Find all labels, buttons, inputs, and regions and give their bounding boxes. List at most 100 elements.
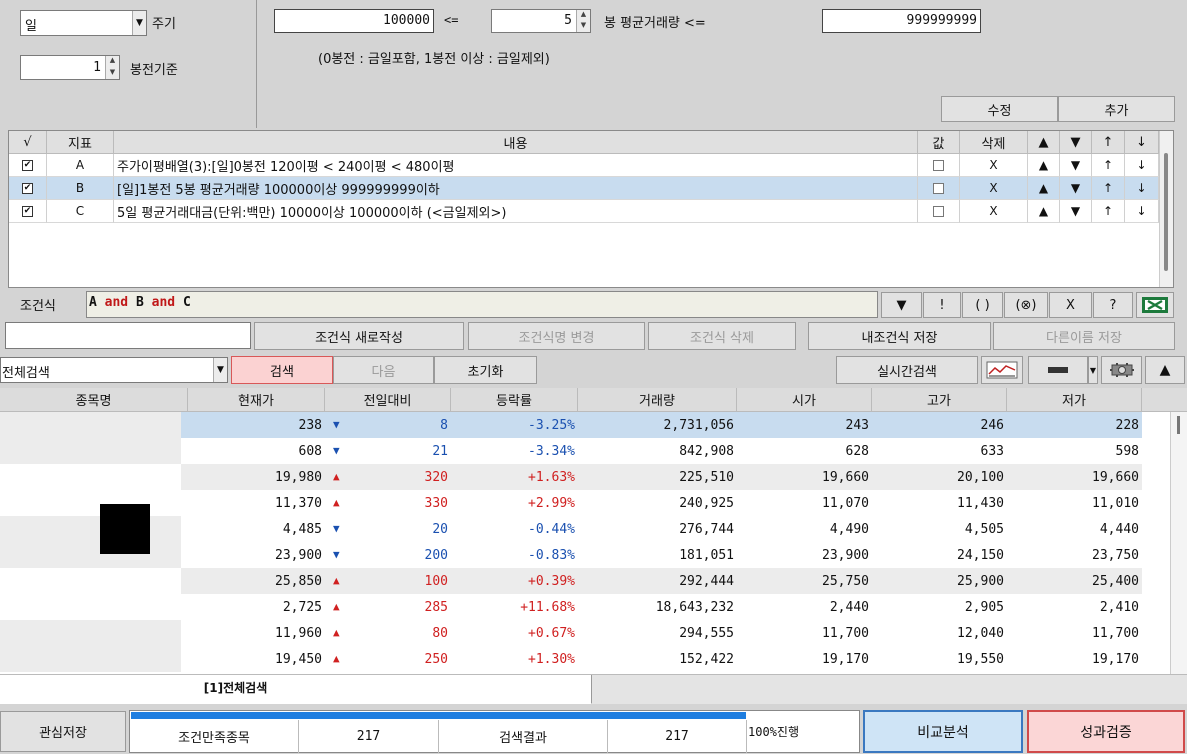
value-checkbox[interactable] — [933, 182, 944, 194]
stepper-arrows-icon[interactable]: ▲ ▼ — [105, 56, 119, 79]
delete-condition-button[interactable]: X — [960, 154, 1028, 177]
volume-column-header[interactable]: 거래량 — [578, 388, 737, 412]
formula-input[interactable]: A and B and C — [86, 291, 878, 318]
add-button[interactable]: 추가 — [1058, 96, 1175, 122]
low-column-header[interactable]: 저가 — [1007, 388, 1142, 412]
stock-name-cell[interactable] — [0, 438, 181, 464]
chevron-down-icon[interactable]: ▼ — [213, 358, 227, 382]
min-volume-input[interactable]: 100000 — [274, 9, 434, 33]
result-row[interactable]: 11,370 ▲ 330 +2.99% 240,925 11,070 11,430 11,01… — [181, 490, 1142, 516]
delete-condition-button[interactable]: X — [960, 200, 1028, 223]
result-row[interactable]: 2,725 ▲ 285 +11.68% 18,643,232 2,440 2,905 2,41… — [181, 594, 1142, 620]
excel-export-button[interactable] — [1136, 292, 1174, 318]
stock-name-cell[interactable] — [0, 568, 181, 594]
modify-button[interactable]: 수정 — [941, 96, 1058, 122]
reset-button[interactable]: 초기화 — [434, 356, 537, 384]
realtime-search-button[interactable]: 실시간검색 — [836, 356, 978, 384]
stock-name-cell[interactable] — [0, 490, 181, 516]
stock-name-cell[interactable] — [0, 646, 181, 672]
chevron-down-icon[interactable]: ▼ — [132, 11, 146, 35]
base-offset-stepper[interactable]: 1 ▲ ▼ — [20, 55, 120, 80]
scrollbar-thumb[interactable] — [1177, 416, 1180, 434]
delete-formula-button[interactable]: 조건식 삭제 — [648, 322, 796, 350]
formula-dropdown-button[interactable]: ▼ — [881, 292, 922, 318]
price-column-header[interactable]: 현재가 — [188, 388, 325, 412]
value-checkbox[interactable] — [933, 159, 944, 171]
move-down-icon[interactable]: ↓ — [1125, 200, 1159, 223]
save-interest-button[interactable]: 관심저장 — [0, 711, 126, 752]
high-column-header[interactable]: 고가 — [872, 388, 1007, 412]
delete-condition-button[interactable]: X — [960, 177, 1028, 200]
exclude-operator-button[interactable]: (⊗) — [1004, 292, 1048, 318]
delete-token-button[interactable]: X — [1049, 292, 1092, 318]
tab-all-search[interactable]: [1]전체검색 — [0, 675, 592, 704]
next-button[interactable]: 다음 — [333, 356, 434, 384]
rename-formula-button[interactable]: 조건식명 변경 — [468, 322, 645, 350]
condition-row[interactable]: ✔ A 주가이평배열(3):[일]0봉전 120이평 < 240이평 < 480이평… — [9, 154, 1159, 177]
move-top-header: ▲ — [1028, 131, 1060, 154]
save-as-button[interactable]: 다른이름 저장 — [993, 322, 1175, 350]
rate-column-header[interactable]: 등락률 — [451, 388, 578, 412]
candle-count-stepper[interactable]: 5 ▲ ▼ — [491, 9, 591, 33]
parentheses-button[interactable]: ( ) — [962, 292, 1003, 318]
move-top-icon[interactable]: ▲ — [1028, 177, 1060, 200]
period-select[interactable]: 일 ▼ — [20, 10, 147, 36]
stepper-arrows-icon[interactable]: ▲ ▼ — [576, 10, 590, 32]
value-checkbox[interactable] — [933, 205, 944, 217]
condition-row[interactable]: ✔ B [일]1봉전 5봉 평균거래량 100000이상 999999999이하 X ▲… — [9, 177, 1159, 200]
performance-verify-button[interactable]: 성과검증 — [1027, 710, 1185, 753]
help-button[interactable]: ? — [1093, 292, 1133, 318]
move-top-icon[interactable]: ▲ — [1028, 154, 1060, 177]
condition-scrollbar[interactable] — [1159, 131, 1173, 287]
move-bottom-icon[interactable]: ▼ — [1060, 154, 1092, 177]
move-up-icon[interactable]: ↑ — [1092, 154, 1125, 177]
use-checkbox[interactable]: ✔ — [22, 159, 33, 171]
result-row[interactable]: 608 ▼ 21 -3.34% 842,908 628 633 598 — [181, 438, 1142, 464]
collapse-button[interactable]: ▲ — [1145, 356, 1185, 384]
column-width-button[interactable] — [1028, 356, 1088, 384]
stock-name-cell[interactable] — [0, 620, 181, 646]
scrollbar-thumb[interactable] — [1164, 153, 1168, 271]
move-up-icon[interactable]: ↑ — [1092, 177, 1125, 200]
name-column-header[interactable]: 종목명 — [0, 388, 188, 412]
move-bottom-icon[interactable]: ▼ — [1060, 200, 1092, 223]
search-scope-select[interactable]: 전체검색 ▼ — [0, 357, 228, 383]
result-row[interactable]: 11,960 ▲ 80 +0.67% 294,555 11,700 12,040 11,700 — [181, 620, 1142, 646]
max-volume-input[interactable]: 999999999 — [822, 9, 981, 33]
use-checkbox[interactable]: ✔ — [22, 205, 33, 217]
result-row[interactable]: 25,850 ▲ 100 +0.39% 292,444 25,750 25,900 25,40… — [181, 568, 1142, 594]
not-operator-button[interactable]: ! — [923, 292, 961, 318]
chart-button[interactable] — [981, 356, 1023, 384]
result-row[interactable]: 23,900 ▼ 200 -0.83% 181,051 23,900 24,150 23,75… — [181, 542, 1142, 568]
compare-analysis-button[interactable]: 비교분석 — [863, 710, 1023, 753]
stock-name-cell[interactable] — [0, 542, 181, 568]
change-column-header[interactable]: 전일대비 — [325, 388, 451, 412]
rate-cell-value: -0.44% — [528, 521, 575, 537]
result-row[interactable]: 4,485 ▼ 20 -0.44% 276,744 4,490 4,505 4,440 — [181, 516, 1142, 542]
use-checkbox[interactable]: ✔ — [22, 182, 33, 194]
condition-row[interactable]: ✔ C 5일 평균거래대금(단위:백만) 10000이상 100000이하 (<금일… — [9, 200, 1159, 223]
move-bottom-icon[interactable]: ▼ — [1060, 177, 1092, 200]
move-up-icon[interactable]: ↑ — [1092, 200, 1125, 223]
result-row[interactable]: 19,450 ▲ 250 +1.30% 152,422 19,170 19,550 19,17… — [181, 646, 1142, 672]
open-column-header[interactable]: 시가 — [737, 388, 872, 412]
stock-name-cell[interactable] — [0, 464, 181, 490]
save-my-formula-button[interactable]: 내조건식 저장 — [808, 322, 991, 350]
low-cell: 11,010 — [1007, 490, 1142, 516]
stock-name-cell[interactable] — [0, 412, 181, 438]
result-row[interactable]: 19,980 ▲ 320 +1.63% 225,510 19,660 20,100 19,66… — [181, 464, 1142, 490]
column-width-dropdown[interactable]: ▼ — [1088, 356, 1098, 384]
stock-name-cell[interactable] — [0, 594, 181, 620]
open-cell: 4,490 — [737, 516, 872, 542]
move-top-icon[interactable]: ▲ — [1028, 200, 1060, 223]
move-down-icon[interactable]: ↓ — [1125, 154, 1159, 177]
formula-name-input[interactable] — [5, 322, 251, 349]
search-button[interactable]: 검색 — [231, 356, 333, 384]
result-row[interactable]: 238 ▼ 8 -3.25% 2,731,056 243 246 228 — [181, 412, 1142, 438]
stock-name-cell[interactable] — [0, 516, 181, 542]
new-formula-button[interactable]: 조건식 새로작성 — [254, 322, 464, 350]
results-scrollbar[interactable] — [1170, 412, 1187, 674]
settings-button[interactable] — [1101, 356, 1142, 384]
move-down-icon[interactable]: ↓ — [1125, 177, 1159, 200]
value-header: 값 — [918, 131, 960, 154]
